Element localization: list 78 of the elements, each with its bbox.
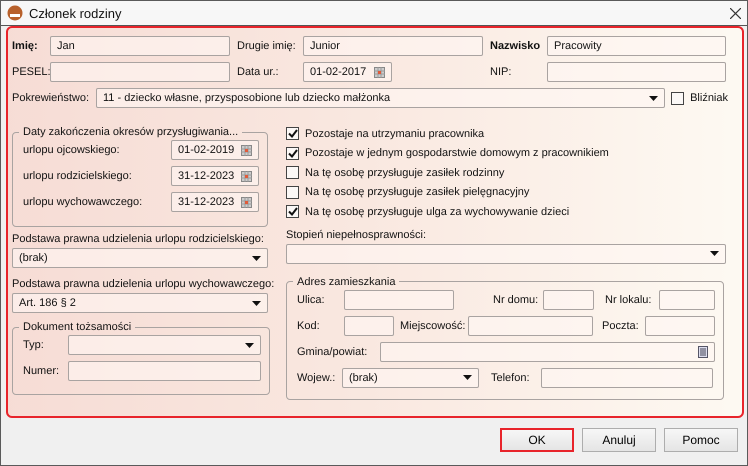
checkbox-label: Na tę osobę przysługuje ulga za wychowywanie dzieci bbox=[305, 206, 570, 218]
dialog-button[interactable]: Pomoc bbox=[664, 428, 738, 452]
field-label: Typ: bbox=[23, 339, 45, 351]
field-label: Drugie imię: bbox=[237, 40, 297, 52]
dropdown[interactable]: (brak) bbox=[12, 248, 268, 268]
checkbox[interactable] bbox=[286, 127, 299, 140]
app-logo-icon bbox=[7, 5, 23, 21]
checkbox[interactable] bbox=[286, 146, 299, 160]
calendar-icon[interactable] bbox=[241, 196, 252, 208]
field-label: Nr lokalu: bbox=[605, 294, 652, 306]
input-field[interactable] bbox=[50, 62, 230, 82]
dropdown-arrow-icon[interactable] bbox=[649, 96, 658, 100]
input-field[interactable] bbox=[468, 316, 593, 336]
field-label: Numer: bbox=[23, 365, 60, 377]
window-title: Członek rodziny bbox=[29, 6, 122, 20]
dropdown-arrow-icon[interactable] bbox=[463, 375, 472, 380]
checkbox[interactable] bbox=[286, 205, 299, 218]
field-label: PESEL: bbox=[12, 66, 50, 78]
dropdown[interactable]: Art. 186 § 2 bbox=[12, 293, 268, 313]
close-icon[interactable] bbox=[730, 8, 741, 18]
dropdown-arrow-icon[interactable] bbox=[710, 251, 719, 256]
checkbox[interactable] bbox=[286, 186, 299, 199]
input-field[interactable] bbox=[344, 316, 394, 336]
date-field[interactable]: 31-12-2023 bbox=[171, 192, 259, 212]
dropdown-arrow-icon[interactable] bbox=[245, 342, 254, 348]
input-field[interactable] bbox=[547, 62, 726, 82]
field-label: Wojew.: bbox=[297, 372, 336, 384]
input-field[interactable] bbox=[645, 316, 715, 336]
dropdown-arrow-icon[interactable] bbox=[252, 300, 261, 306]
dropdown-arrow-icon[interactable] bbox=[252, 256, 261, 260]
field-label: Podstawa prawna udzielenia urlopu wychowawczego: bbox=[12, 278, 274, 290]
field-label: Podstawa prawna udzielenia urlopu rodzicielskiego: bbox=[12, 233, 264, 245]
field-label: NIP: bbox=[490, 66, 512, 78]
dialog-button[interactable]: Anuluj bbox=[582, 428, 656, 452]
checkbox-label: Pozostaje na utrzymaniu pracownika bbox=[305, 128, 484, 140]
field-label: Poczta: bbox=[602, 320, 640, 332]
field-label: Ulica: bbox=[297, 294, 326, 306]
input-field[interactable] bbox=[541, 368, 713, 388]
date-field[interactable]: 01-02-2019 bbox=[171, 140, 259, 160]
field-label: Pokrewieństwo: bbox=[12, 92, 90, 104]
group-title: Daty zakończenia okresów przysługiwania... bbox=[22, 126, 240, 138]
field-label: Kod: bbox=[297, 320, 321, 332]
checkbox[interactable] bbox=[286, 166, 299, 180]
dropdown[interactable]: 11 - dziecko własne, przysposobione lub dziecko małżonka bbox=[96, 88, 665, 108]
field-label: urlopu rodzicielskiego: bbox=[23, 170, 133, 182]
checkbox[interactable] bbox=[671, 92, 684, 104]
dialog-button[interactable]: OK bbox=[500, 428, 574, 452]
input-field[interactable]: Pracowity bbox=[547, 36, 726, 56]
checkbox-label: Bliźniak bbox=[690, 92, 728, 104]
checkbox-label: Na tę osobę przysługuje zasiłek pielęgnacyjny bbox=[305, 186, 530, 198]
field-label: Nr domu: bbox=[493, 294, 540, 306]
input-field[interactable] bbox=[380, 342, 715, 362]
list-icon[interactable] bbox=[698, 346, 708, 358]
calendar-icon[interactable] bbox=[241, 170, 252, 182]
field-label: urlopu ojcowskiego: bbox=[23, 144, 121, 156]
field-label: Stopień niepełnosprawności: bbox=[286, 228, 426, 240]
field-label: Telefon: bbox=[491, 372, 531, 384]
input-field[interactable]: Junior bbox=[303, 36, 483, 56]
field-label: Nazwisko bbox=[490, 40, 542, 52]
calendar-icon[interactable] bbox=[241, 144, 252, 156]
input-field[interactable] bbox=[344, 290, 454, 310]
field-label: Imię: bbox=[12, 40, 39, 52]
field-label: Miejscowość: bbox=[400, 320, 466, 332]
field-label: urlopu wychowawczego: bbox=[23, 196, 144, 208]
input-field[interactable] bbox=[68, 361, 261, 381]
input-field[interactable] bbox=[543, 290, 594, 310]
input-field[interactable]: Jan bbox=[50, 36, 230, 56]
dropdown[interactable]: (brak) bbox=[342, 368, 479, 388]
checkbox-label: Pozostaje w jednym gospodarstwie domowym z pracownikiem bbox=[305, 147, 609, 160]
field-label: Gmina/powiat: bbox=[297, 346, 368, 358]
calendar-icon[interactable] bbox=[374, 66, 385, 78]
input-field[interactable] bbox=[659, 290, 715, 310]
checkbox-label: Na tę osobę przysługuje zasiłek rodzinny bbox=[305, 166, 504, 179]
field-label: Data ur.: bbox=[237, 66, 280, 78]
group-title: Dokument tożsamości bbox=[22, 321, 132, 333]
date-field[interactable]: 31-12-2023 bbox=[171, 166, 259, 186]
group-title: Adres zamieszkania bbox=[296, 276, 396, 288]
date-field[interactable]: 01-02-2017 bbox=[303, 62, 392, 82]
